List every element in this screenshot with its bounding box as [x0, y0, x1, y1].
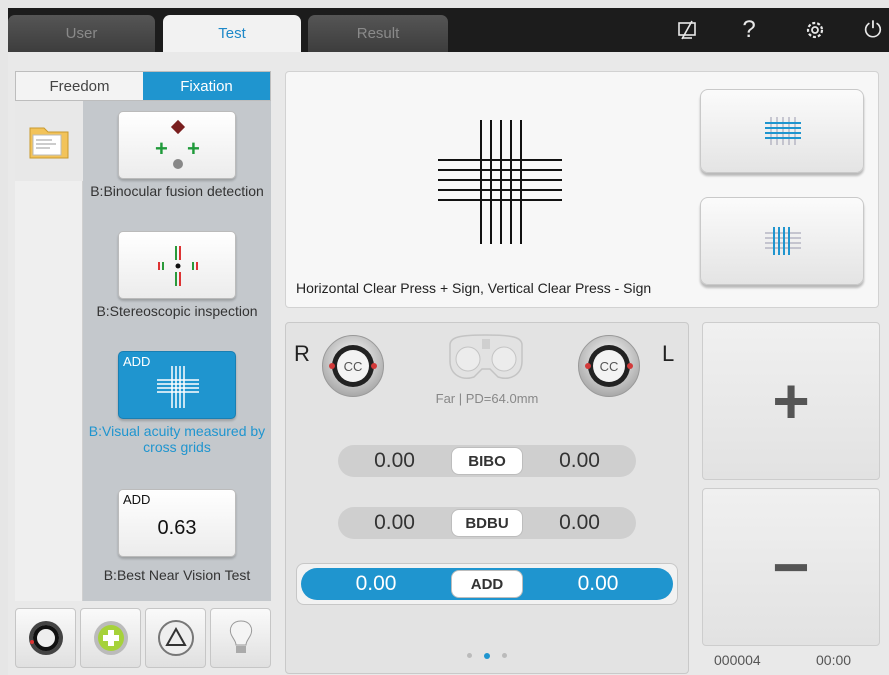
help-icon[interactable]: ?: [734, 16, 764, 44]
bdbu-right-value[interactable]: 0.00: [338, 511, 451, 535]
increase-button[interactable]: +: [702, 322, 880, 480]
light-button[interactable]: [210, 608, 271, 668]
right-lens-button[interactable]: CC: [322, 335, 384, 397]
category-strip: [15, 101, 83, 601]
svg-text:+: +: [155, 136, 168, 161]
lightbulb-icon: [229, 620, 252, 653]
bibo-left-value[interactable]: 0.00: [523, 449, 636, 473]
page-indicator: [286, 652, 688, 659]
bdbu-row[interactable]: 0.00 BDBU 0.00: [338, 507, 636, 539]
bottom-toolbar: [15, 608, 271, 668]
mode-switch: Freedom Fixation: [15, 71, 271, 101]
refraction-control-panel: R CC Far | PD=64.0mm CC L 0.00 BIBO 0.00…: [285, 322, 689, 674]
folder-tab[interactable]: [15, 101, 83, 181]
tab-user[interactable]: User: [8, 15, 155, 52]
add-left-value[interactable]: 0.00: [523, 572, 673, 596]
page-dot-current[interactable]: [484, 652, 490, 659]
lens-ring: CC: [585, 345, 633, 387]
add-row[interactable]: 0.00 ADD 0.00: [296, 563, 678, 605]
near-vision-value: 0.63: [157, 517, 197, 539]
folder-icon: [29, 127, 69, 159]
lens-ring: CC: [329, 345, 377, 387]
cross-grid-card[interactable]: ADD: [118, 351, 236, 419]
minus-icon: −: [772, 531, 810, 603]
test-label: B:Visual acuity measured by cross grids: [88, 423, 266, 455]
pd-info: Far | PD=64.0mm: [435, 391, 539, 406]
add-tag[interactable]: ADD: [451, 570, 523, 598]
add-right-value[interactable]: 0.00: [301, 572, 451, 596]
plus-lens-icon: [93, 621, 128, 655]
bibo-tag[interactable]: BIBO: [451, 447, 523, 475]
test-label: B:Stereoscopic inspection: [96, 303, 258, 319]
test-label: B:Best Near Vision Test: [103, 567, 251, 583]
right-eye-label: R: [294, 341, 310, 366]
horizontal-clear-button[interactable]: [700, 89, 864, 173]
page-dot[interactable]: [467, 653, 472, 658]
vertical-clear-button[interactable]: [700, 197, 864, 285]
freedom-mode-button[interactable]: Freedom: [16, 72, 143, 100]
add-lens-button[interactable]: [80, 608, 141, 668]
add-badge: ADD: [123, 492, 151, 507]
tab-result[interactable]: Result: [308, 15, 448, 52]
settings-icon[interactable]: [800, 16, 830, 44]
left-eye-label: L: [662, 341, 675, 366]
record-id: 000004: [714, 652, 761, 668]
cross-grid-icon: [157, 366, 199, 408]
chart-instruction: Horizontal Clear Press + Sign, Vertical …: [296, 280, 652, 296]
stereo-target-icon: [158, 246, 198, 286]
page-dot[interactable]: [502, 653, 507, 658]
horizontal-grid-icon: [765, 117, 801, 145]
lens-marker: [627, 363, 633, 369]
left-lens-label: CC: [593, 350, 625, 382]
top-bar: User Test Result ? ⏻: [8, 8, 889, 52]
screen-toggle-icon[interactable]: [672, 16, 702, 44]
bibo-right-value[interactable]: 0.00: [338, 449, 451, 473]
timer: 00:00: [816, 652, 852, 668]
main-area: Freedom Fixation + + B:Binocular fusion: [8, 52, 889, 675]
cross-grid-chart: [438, 120, 562, 244]
lens-marker: [371, 363, 377, 369]
stereoscopic-card[interactable]: [118, 231, 236, 299]
bibo-row[interactable]: 0.00 BIBO 0.00: [338, 445, 636, 477]
prism-icon: [157, 620, 194, 656]
plus-icon: +: [772, 365, 810, 437]
fixation-mode-button[interactable]: Fixation: [143, 72, 270, 100]
lens-marker: [585, 363, 591, 369]
prism-button[interactable]: [145, 608, 206, 668]
svg-text:+: +: [187, 136, 200, 161]
power-icon[interactable]: ⏻: [858, 16, 888, 44]
vertical-grid-icon: [765, 227, 801, 255]
fusion-target-icon: + +: [155, 119, 200, 169]
right-lens-label: CC: [337, 350, 369, 382]
bdbu-left-value[interactable]: 0.00: [523, 511, 636, 535]
left-lens-button[interactable]: CC: [578, 335, 640, 397]
near-vision-card[interactable]: ADD 0.63: [118, 489, 236, 557]
test-label: B:Binocular fusion detection: [90, 183, 264, 199]
decrease-button[interactable]: −: [702, 488, 880, 646]
lens-marker: [329, 363, 335, 369]
add-row-track: 0.00 ADD 0.00: [301, 568, 673, 600]
bdbu-tag[interactable]: BDBU: [451, 509, 523, 537]
occluder-button[interactable]: [15, 608, 76, 668]
phoropter-icon: [449, 334, 523, 379]
occluder-ring-icon: [28, 621, 63, 655]
test-list: + + B:Binocular fusion detection B:Stere…: [83, 101, 271, 601]
binocular-fusion-card[interactable]: + +: [118, 111, 236, 179]
tab-test[interactable]: Test: [163, 15, 301, 52]
chart-display: Horizontal Clear Press + Sign, Vertical …: [285, 71, 879, 308]
